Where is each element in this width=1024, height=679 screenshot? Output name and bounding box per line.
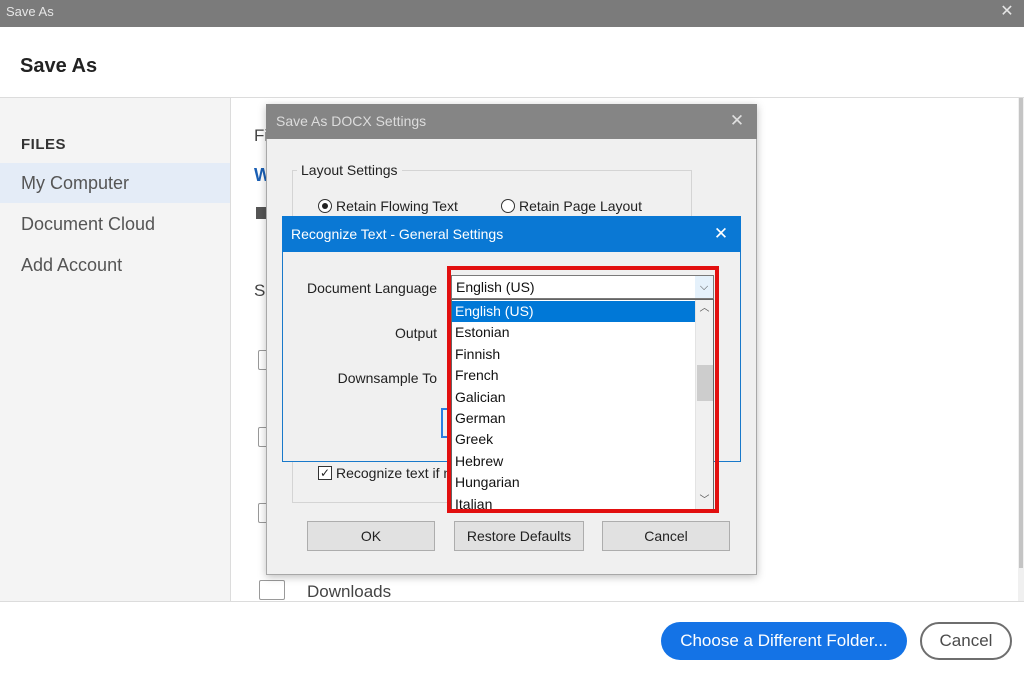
recognize-text-dialog-title: Recognize Text - General Settings <box>282 216 741 252</box>
docx-dialog-title: Save As DOCX Settings <box>266 104 757 139</box>
folder-item-downloads[interactable]: Downloads <box>307 582 391 602</box>
window-title-bar: Save As <box>0 0 1024 27</box>
window-title: Save As <box>6 4 54 19</box>
output-label: Output <box>394 325 437 341</box>
restore-defaults-button[interactable]: Restore Defaults <box>454 521 584 551</box>
page-title: Save As <box>20 55 98 77</box>
docx-cancel-button[interactable]: Cancel <box>602 521 730 551</box>
retain-page-radio-icon[interactable] <box>501 199 515 213</box>
sidebar-heading: FILES <box>21 136 67 153</box>
sidebar-item-add-account[interactable]: Add Account <box>0 245 230 285</box>
retain-flowing-radio-icon[interactable] <box>318 199 332 213</box>
recognize-text-label[interactable]: Recognize text if n <box>336 465 451 481</box>
footer-divider <box>0 601 1024 602</box>
highlight-box <box>447 266 719 513</box>
cancel-button[interactable]: Cancel <box>920 622 1012 660</box>
layout-settings-legend: Layout Settings <box>297 162 402 178</box>
window-close-icon[interactable]: ✕ <box>998 3 1016 21</box>
retain-page-label[interactable]: Retain Page Layout <box>519 198 642 214</box>
ok-button[interactable]: OK <box>307 521 435 551</box>
docx-close-icon[interactable]: ✕ <box>727 110 747 132</box>
sidebar-item-my-computer[interactable]: My Computer <box>0 163 230 203</box>
retain-flowing-label[interactable]: Retain Flowing Text <box>336 198 458 214</box>
recognize-close-icon[interactable]: ✕ <box>710 223 732 245</box>
panel-divider <box>230 98 231 602</box>
downsample-label: Downsample To <box>337 370 437 386</box>
sidebar-item-document-cloud[interactable]: Document Cloud <box>0 204 230 244</box>
recognize-text-checkbox-icon[interactable]: ✓ <box>318 466 332 480</box>
document-language-label: Document Language <box>307 280 437 296</box>
folder-icon <box>259 580 285 600</box>
choose-different-folder-button[interactable]: Choose a Different Folder... <box>661 622 907 660</box>
right-scrollbar-thumb[interactable] <box>1019 98 1023 568</box>
